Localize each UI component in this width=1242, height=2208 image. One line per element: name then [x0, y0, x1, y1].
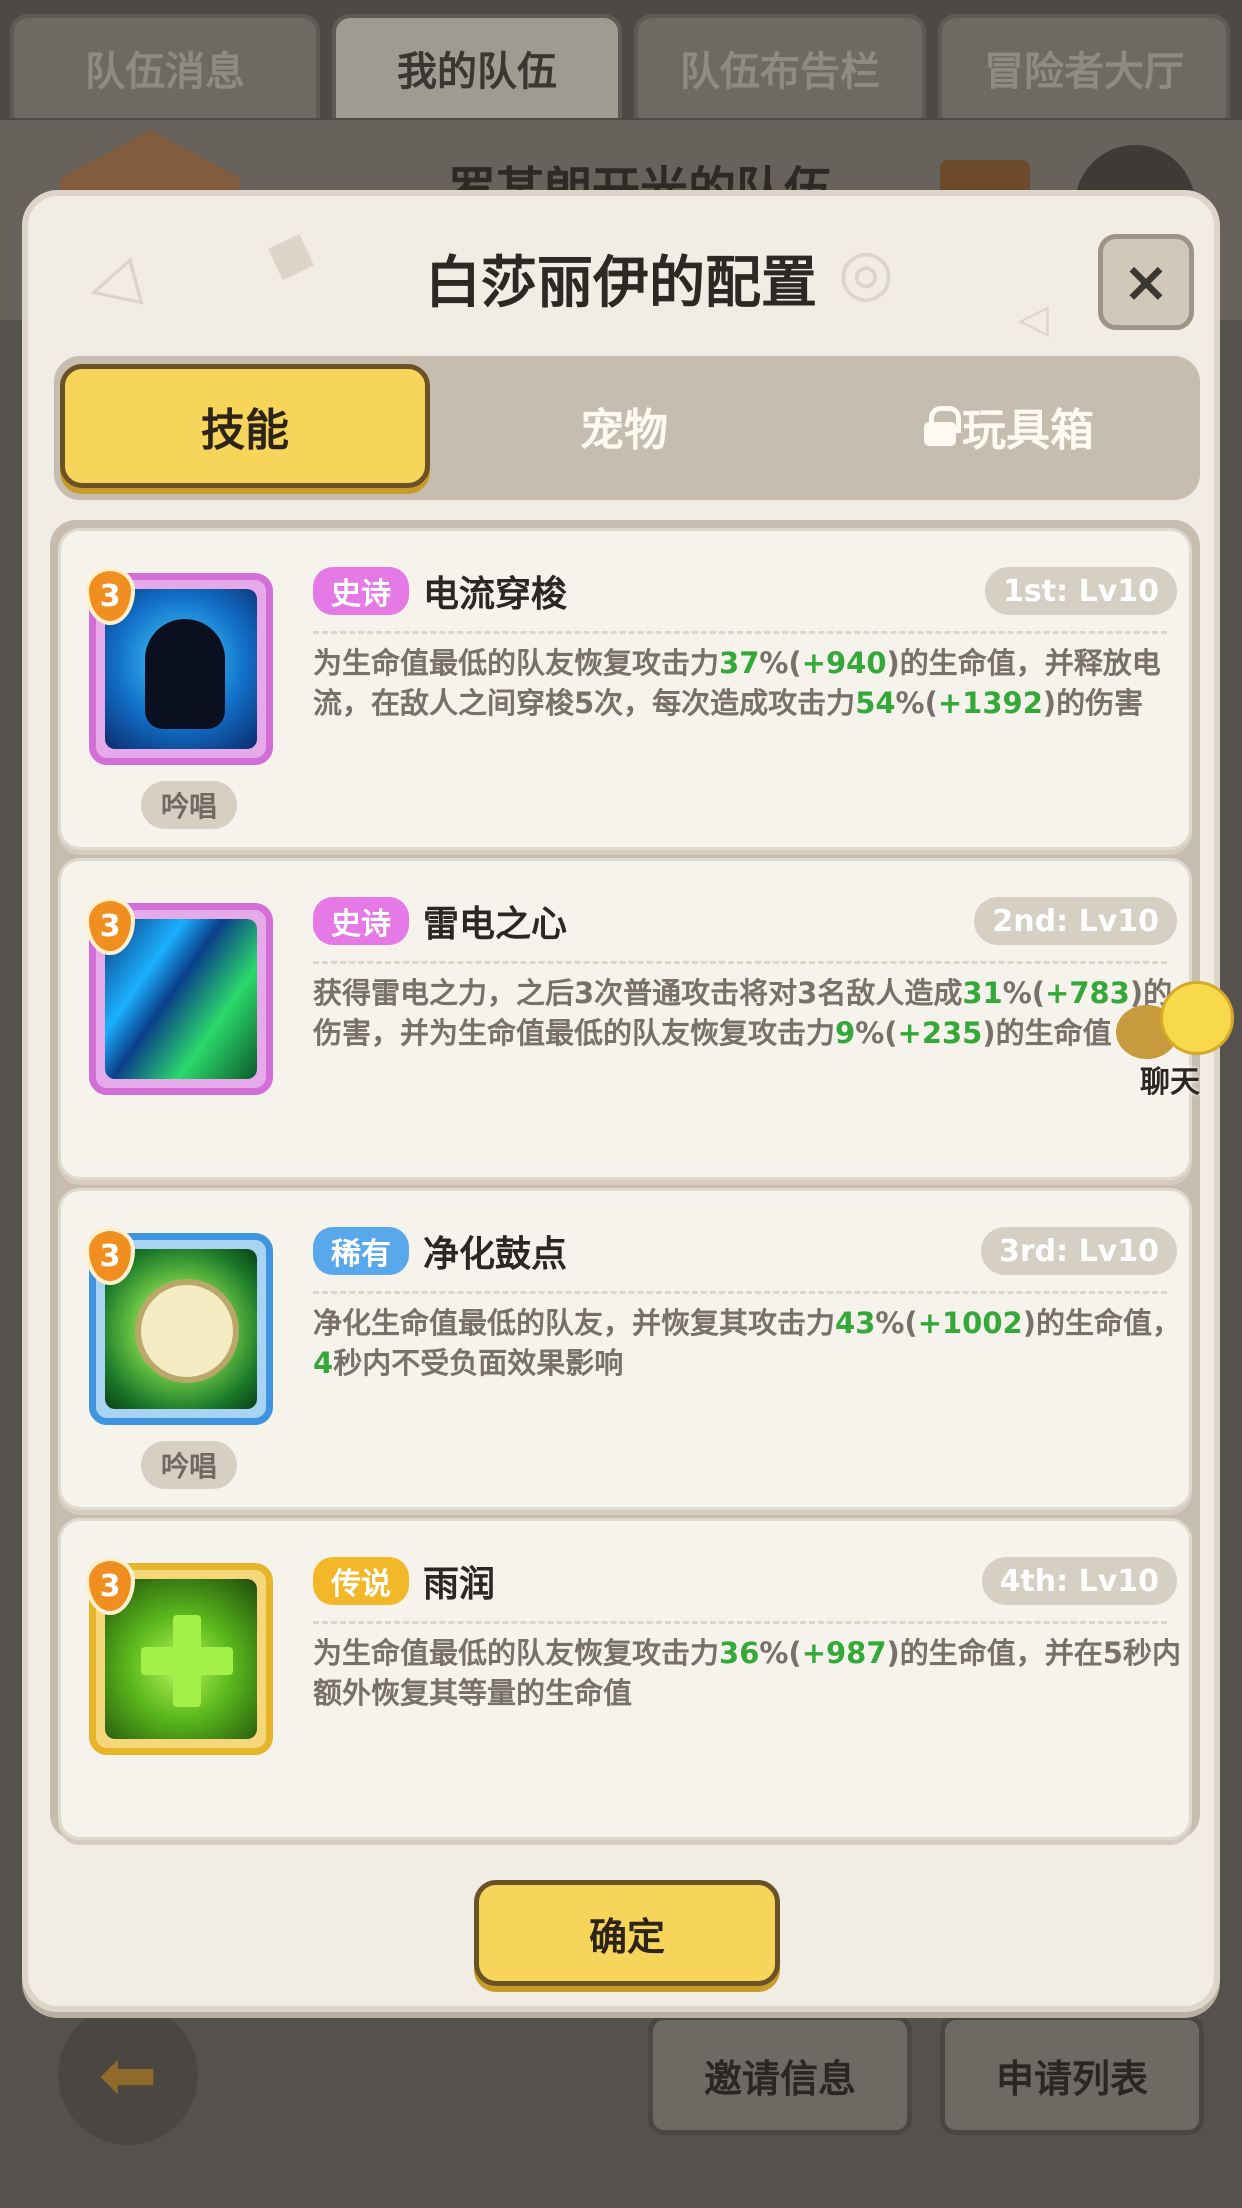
tab-team-messages[interactable]: 队伍消息: [10, 14, 320, 118]
skill-card[interactable]: 3 吟唱 史诗 电流穿梭 1st: Lv10 为生命值最低的队友恢复攻击力37%…: [58, 528, 1192, 850]
skill-description: 为生命值最低的队友恢复攻击力37%(+940)的生命值，并释放电流，在敌人之间穿…: [313, 643, 1183, 723]
stat-value: 4: [313, 1346, 334, 1380]
stat-value: +1002: [917, 1306, 1023, 1340]
stat-value: +1392: [937, 686, 1043, 720]
skill-card[interactable]: 3 传说 雨润 4th: Lv10 为生命值最低的队友恢复攻击力36%(+987…: [58, 1518, 1192, 1840]
rarity-badge: 史诗: [313, 567, 409, 615]
skill-name: 雷电之心: [423, 904, 568, 945]
config-tab-bar: 技能 宠物 玩具箱: [54, 356, 1200, 500]
tab-team-board[interactable]: 队伍布告栏: [634, 14, 926, 118]
tab-toybox-label: 玩具箱: [962, 405, 1094, 456]
desc-text: 为生命值最低的队友恢复攻击力: [313, 1636, 720, 1670]
desc-text: 秒内不受负面效果影响: [333, 1346, 624, 1380]
skill-slot-badge: 2nd: Lv10: [974, 897, 1177, 945]
stat-value: +940: [801, 646, 887, 680]
stat-value: 54: [855, 686, 896, 720]
config-dialog: ◁ ◆ ◎ ◁ 白莎丽伊的配置 × 技能 宠物 玩具箱 3 吟唱 史诗 电流穿梭…: [22, 190, 1220, 2012]
tab-adventurer-hall[interactable]: 冒险者大厅: [938, 14, 1230, 118]
top-tab-bar: 队伍消息 我的队伍 队伍布告栏 冒险者大厅: [0, 0, 1242, 120]
skill-card[interactable]: 3 吟唱 稀有 净化鼓点 3rd: Lv10 净化生命值最低的队友，并恢复其攻击…: [58, 1188, 1192, 1510]
chant-tag: 吟唱: [141, 781, 237, 829]
close-button[interactable]: ×: [1098, 234, 1194, 330]
desc-text: 净化生命值最低的队友，并恢复其攻击力: [313, 1306, 836, 1340]
back-arrow-icon[interactable]: ⬅: [58, 2005, 198, 2145]
chat-label: 聊天: [1140, 1065, 1200, 1100]
desc-text: %(: [895, 686, 938, 720]
invite-info-button[interactable]: 邀请信息: [648, 2015, 912, 2135]
stat-value: 31: [962, 976, 1003, 1010]
dialog-title: 白莎丽伊的配置: [425, 251, 817, 316]
desc-text: )的生命值，: [1022, 1306, 1181, 1340]
skill-description: 为生命值最低的队友恢复攻击力36%(+987)的生命值，并在5秒内额外恢复其等量…: [313, 1633, 1183, 1713]
skill-slot-badge: 1st: Lv10: [985, 567, 1177, 615]
tab-my-team[interactable]: 我的队伍: [332, 14, 622, 118]
stat-value: 43: [835, 1306, 876, 1340]
skill-slot-badge: 3rd: Lv10: [980, 1227, 1177, 1275]
desc-text: %(: [875, 1306, 918, 1340]
skill-slot-badge: 4th: Lv10: [981, 1557, 1177, 1605]
rarity-badge: 史诗: [313, 897, 409, 945]
close-icon: ×: [1122, 249, 1170, 315]
tab-pets[interactable]: 宠物: [454, 364, 794, 488]
desc-text: %(: [759, 1636, 802, 1670]
rarity-badge: 稀有: [313, 1227, 409, 1275]
skill-card[interactable]: 3 史诗 雷电之心 2nd: Lv10 获得雷电之力，之后3次普通攻击将对3名敌…: [58, 858, 1192, 1180]
stat-value: +235: [897, 1016, 983, 1050]
skill-name: 电流穿梭: [423, 574, 568, 615]
lock-icon: [924, 406, 961, 446]
stat-value: 37: [719, 646, 760, 680]
desc-text: 为生命值最低的队友恢复攻击力: [313, 646, 720, 680]
rarity-badge: 传说: [313, 1557, 409, 1605]
skill-description: 净化生命值最低的队友，并恢复其攻击力43%(+1002)的生命值， 4秒内不受负面…: [313, 1303, 1183, 1383]
apply-list-button[interactable]: 申请列表: [940, 2015, 1204, 2135]
desc-text: %(: [759, 646, 802, 680]
desc-text: )的生命值: [982, 1016, 1112, 1050]
tab-toybox[interactable]: 玩具箱: [824, 364, 1194, 488]
desc-text: %(: [1002, 976, 1046, 1010]
tab-skills[interactable]: 技能: [60, 364, 430, 488]
chat-bubble-button[interactable]: 聊天: [1110, 975, 1242, 1100]
skill-description: 获得雷电之力，之后3次普通攻击将对3名敌人造成31%(+783)的伤害，并为生命…: [313, 973, 1183, 1053]
skill-list: 3 吟唱 史诗 电流穿梭 1st: Lv10 为生命值最低的队友恢复攻击力37%…: [50, 520, 1200, 1840]
skill-name: 净化鼓点: [423, 1234, 568, 1275]
stat-value: 36: [719, 1636, 760, 1670]
confirm-button[interactable]: 确定: [474, 1880, 780, 1986]
stat-value: 9: [835, 1016, 856, 1050]
desc-text: %(: [855, 1016, 898, 1050]
stat-value: +987: [801, 1636, 887, 1670]
desc-text: 获得雷电之力，之后3次普通攻击将对3名敌人造成: [313, 976, 963, 1010]
desc-text: )的伤害: [1042, 686, 1144, 720]
smiley-icon: [1160, 981, 1234, 1055]
skill-name: 雨润: [423, 1564, 496, 1605]
chant-tag: 吟唱: [141, 1441, 237, 1489]
